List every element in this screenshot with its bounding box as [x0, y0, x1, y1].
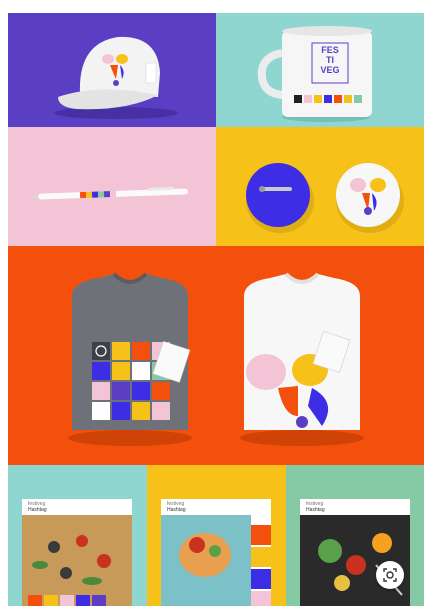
post-caption: Hashtag [167, 507, 186, 513]
post-header: festiveg Hashtag [167, 501, 186, 513]
mug-logo-line: FES [321, 45, 339, 55]
cap-mockup-tile [8, 13, 216, 127]
lens-search-icon[interactable] [376, 561, 404, 589]
tshirts-mockup-tile [8, 246, 424, 465]
social-post-tile: festiveg Hashtag [286, 465, 424, 606]
social-post-tile: festiveg Hashtag [147, 465, 286, 606]
mug-logo-text: FES TI VEG [312, 45, 348, 75]
post-header: festiveg Hashtag [28, 501, 47, 513]
post-caption: Hashtag [306, 507, 325, 513]
mug-logo-line: VEG [320, 65, 340, 75]
post-header: festiveg Hashtag [306, 501, 325, 513]
social-post-tile: festiveg Hashtag [8, 465, 147, 606]
mug-mockup-tile: FES TI VEG [216, 13, 424, 127]
pen-mockup-tile [8, 127, 216, 246]
badges-mockup-tile [216, 127, 424, 246]
post-caption: Hashtag [28, 507, 47, 513]
mug-logo-line: TI [326, 55, 334, 65]
